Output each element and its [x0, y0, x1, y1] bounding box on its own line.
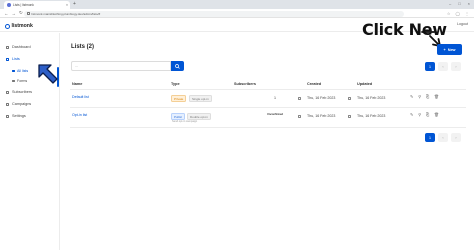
optin-tag: Single opt-in: [189, 95, 212, 103]
lists-icon: [6, 57, 9, 61]
column-header-updated[interactable]: Updated: [357, 82, 372, 86]
new-tab-button[interactable]: +: [73, 1, 76, 7]
url-field[interactable]: listmonk.manishkothing.plumbiogy.dev/adm…: [24, 10, 404, 17]
browser-tab-bar: Lists | listmonk × + – □ ×: [0, 0, 474, 9]
row-divider: [70, 127, 466, 128]
forward-icon[interactable]: →: [12, 11, 17, 16]
send-campaign-icon[interactable]: ⚲: [418, 113, 421, 118]
page-title: Lists (2): [71, 44, 95, 50]
sidebar-item-settings[interactable]: Settings: [6, 114, 26, 118]
campaigns-icon: [6, 102, 9, 106]
browser-address-bar: ← → ↻ listmonk.manishkothing.plumbiogy.d…: [0, 9, 474, 18]
table-header-divider: [70, 89, 466, 90]
calendar-icon: [348, 115, 351, 118]
sidebar-item-dashboard[interactable]: Dashboard: [6, 45, 31, 49]
list-type-tag: Private: [171, 95, 187, 103]
pagination-bottom: 1 ‹ ›: [425, 133, 461, 142]
forms-icon: [12, 79, 15, 83]
plus-icon: +: [443, 47, 446, 52]
sidebar-item-campaigns[interactable]: Campaigns: [6, 102, 31, 106]
pagination-top: 1 ‹ ›: [425, 62, 461, 71]
new-list-button[interactable]: + New: [437, 44, 462, 55]
list-name-link[interactable]: Opt-in list: [72, 113, 87, 117]
edit-icon[interactable]: ✎: [410, 95, 413, 100]
clone-icon[interactable]: ⎘: [426, 95, 429, 100]
dashboard-icon: [6, 45, 9, 49]
sidebar-item-forms[interactable]: Forms: [12, 79, 27, 83]
logo-text: listmonk: [11, 23, 33, 29]
column-header-created[interactable]: Created: [307, 82, 321, 86]
clone-icon[interactable]: ⎘: [426, 113, 429, 118]
url-text: listmonk.manishkothing.plumbiogy.dev/adm…: [31, 11, 101, 16]
sidebar-item-label: Settings: [12, 114, 26, 118]
lock-icon: [27, 12, 30, 15]
bookmark-star-icon[interactable]: ☆: [447, 11, 451, 16]
all-lists-icon: [12, 69, 15, 73]
logout-link[interactable]: Logout: [457, 22, 468, 26]
list-name-link[interactable]: Default list: [72, 95, 89, 99]
calendar-icon: [298, 115, 301, 118]
column-header-name[interactable]: Name: [72, 82, 82, 86]
sidebar-item-label: Forms: [17, 79, 28, 83]
page-next-button[interactable]: ›: [451, 133, 461, 142]
annotation-arrow-lists-icon: [38, 64, 58, 84]
calendar-icon: [298, 97, 301, 100]
column-header-subscribers[interactable]: Subscribers: [234, 82, 256, 86]
delete-icon[interactable]: 🗑: [434, 95, 439, 100]
browser-tab[interactable]: Lists | listmonk ×: [4, 1, 70, 9]
close-window-icon[interactable]: ×: [468, 1, 470, 6]
page-button-current[interactable]: 1: [425, 133, 435, 142]
created-date: Thu, 16 Feb 2023: [307, 114, 336, 118]
search-button[interactable]: [171, 61, 184, 71]
sidebar-item-subscribers[interactable]: Subscribers: [6, 90, 32, 94]
sidebar-item-label: Subscribers: [12, 90, 33, 94]
sidebar-item-label: All lists: [17, 69, 29, 73]
row-divider: [70, 107, 466, 108]
settings-icon: [6, 114, 9, 118]
updated-date: Thu, 16 Feb 2023: [357, 96, 386, 100]
browser-menu-icon[interactable]: ⋮: [465, 11, 469, 16]
sidebar-item-label: Lists: [12, 57, 20, 61]
back-icon[interactable]: ←: [4, 11, 9, 16]
reload-icon[interactable]: ↻: [19, 10, 23, 16]
listmonk-logo-icon: [5, 23, 10, 29]
browser-toolbar-icons: ☆ ◯ ⋮: [447, 11, 469, 16]
sidebar-item-label: Campaigns: [12, 102, 32, 106]
row-actions: ✎ ⚲ ⎘ 🗑: [410, 95, 439, 100]
edit-icon[interactable]: ✎: [410, 113, 413, 118]
sidebar-item-label: Dashboard: [12, 45, 31, 49]
new-button-label: New: [447, 47, 456, 52]
tab-close-icon[interactable]: ×: [66, 3, 68, 7]
minimize-icon[interactable]: –: [449, 1, 451, 6]
page-next-button[interactable]: ›: [451, 62, 461, 71]
subscriber-count[interactable]: 1: [274, 96, 276, 100]
subscribers-icon: [6, 90, 9, 94]
maximize-icon[interactable]: □: [458, 1, 460, 6]
updated-date: Thu, 16 Feb 2023: [357, 114, 386, 118]
subscriber-status: Unconfirmed: [267, 113, 283, 116]
search-icon: [175, 63, 180, 69]
window-controls: – □ ×: [449, 1, 470, 6]
delete-icon[interactable]: 🗑: [434, 113, 439, 118]
column-header-type[interactable]: Type: [171, 82, 180, 86]
created-date: Thu, 16 Feb 2023: [307, 96, 336, 100]
page-prev-button[interactable]: ‹: [438, 133, 448, 142]
send-optin-campaign-link[interactable]: Send opt-in campaign: [172, 120, 197, 123]
search-input[interactable]: ...: [71, 61, 171, 71]
page-button-current[interactable]: 1: [425, 62, 435, 71]
send-campaign-icon[interactable]: ⚲: [418, 95, 421, 100]
listmonk-favicon-icon: [7, 3, 11, 7]
profile-icon[interactable]: ◯: [456, 11, 460, 16]
calendar-icon: [348, 97, 351, 100]
row-actions: ✎ ⚲ ⎘ 🗑: [410, 113, 439, 118]
sidebar-item-all-lists[interactable]: All lists: [12, 69, 28, 73]
sidebar-item-lists[interactable]: Lists: [6, 57, 20, 61]
search-bar: ...: [71, 61, 184, 71]
page-prev-button[interactable]: ‹: [438, 62, 448, 71]
logo[interactable]: listmonk: [5, 23, 33, 29]
browser-tab-title: Lists | listmonk: [13, 3, 34, 7]
